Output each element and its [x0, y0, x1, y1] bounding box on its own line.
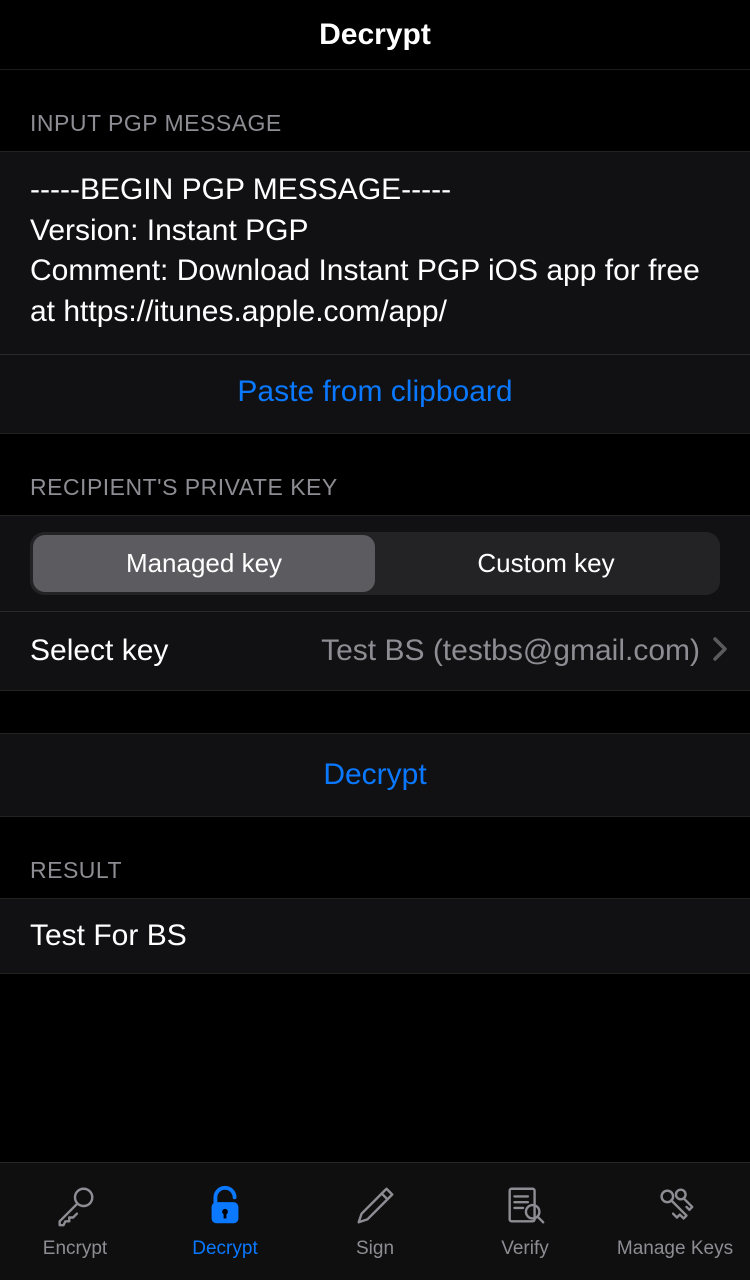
- section-header-result: RESULT: [0, 817, 750, 898]
- keys-icon: [652, 1183, 698, 1234]
- navbar: Decrypt: [0, 0, 750, 70]
- paste-from-clipboard-button[interactable]: Paste from clipboard: [237, 375, 512, 408]
- select-key-label: Select key: [30, 634, 168, 668]
- chevron-right-icon: [712, 636, 728, 667]
- navbar-title: Decrypt: [319, 18, 431, 52]
- select-key-row[interactable]: Select key Test BS (testbs@gmail.com): [0, 611, 750, 690]
- content: INPUT PGP MESSAGE -----BEGIN PGP MESSAGE…: [0, 70, 750, 1162]
- tab-verify-label: Verify: [501, 1238, 549, 1260]
- result-card: Test For BS: [0, 898, 750, 974]
- tab-sign[interactable]: Sign: [300, 1163, 450, 1280]
- section-header-input: INPUT PGP MESSAGE: [0, 70, 750, 151]
- result-text[interactable]: Test For BS: [0, 899, 750, 973]
- tab-manage-keys[interactable]: Manage Keys: [600, 1163, 750, 1280]
- segment-managed-key[interactable]: Managed key: [33, 535, 375, 592]
- tab-manage-keys-label: Manage Keys: [617, 1238, 733, 1260]
- tab-verify[interactable]: Verify: [450, 1163, 600, 1280]
- key-card: Managed key Custom key Select key Test B…: [0, 515, 750, 691]
- section-header-key: RECIPIENT'S PRIVATE KEY: [0, 434, 750, 515]
- unlock-icon: [202, 1183, 248, 1234]
- tab-decrypt[interactable]: Decrypt: [150, 1163, 300, 1280]
- tab-encrypt[interactable]: Encrypt: [0, 1163, 150, 1280]
- key-icon: [52, 1183, 98, 1234]
- tab-sign-label: Sign: [356, 1238, 394, 1260]
- segment-custom-key[interactable]: Custom key: [375, 535, 717, 592]
- tabbar: Encrypt Decrypt Sign: [0, 1162, 750, 1280]
- tab-decrypt-label: Decrypt: [192, 1238, 257, 1260]
- select-key-value: Test BS (testbs@gmail.com): [168, 634, 712, 668]
- key-type-segmented: Managed key Custom key: [30, 532, 720, 595]
- pgp-message-input[interactable]: -----BEGIN PGP MESSAGE----- Version: Ins…: [0, 152, 750, 355]
- tab-encrypt-label: Encrypt: [43, 1238, 107, 1260]
- pencil-icon: [352, 1183, 398, 1234]
- input-card: -----BEGIN PGP MESSAGE----- Version: Ins…: [0, 151, 750, 434]
- paste-row: Paste from clipboard: [0, 355, 750, 433]
- decrypt-button[interactable]: Decrypt: [323, 758, 426, 791]
- decrypt-action-card: Decrypt: [0, 733, 750, 817]
- verify-icon: [502, 1183, 548, 1234]
